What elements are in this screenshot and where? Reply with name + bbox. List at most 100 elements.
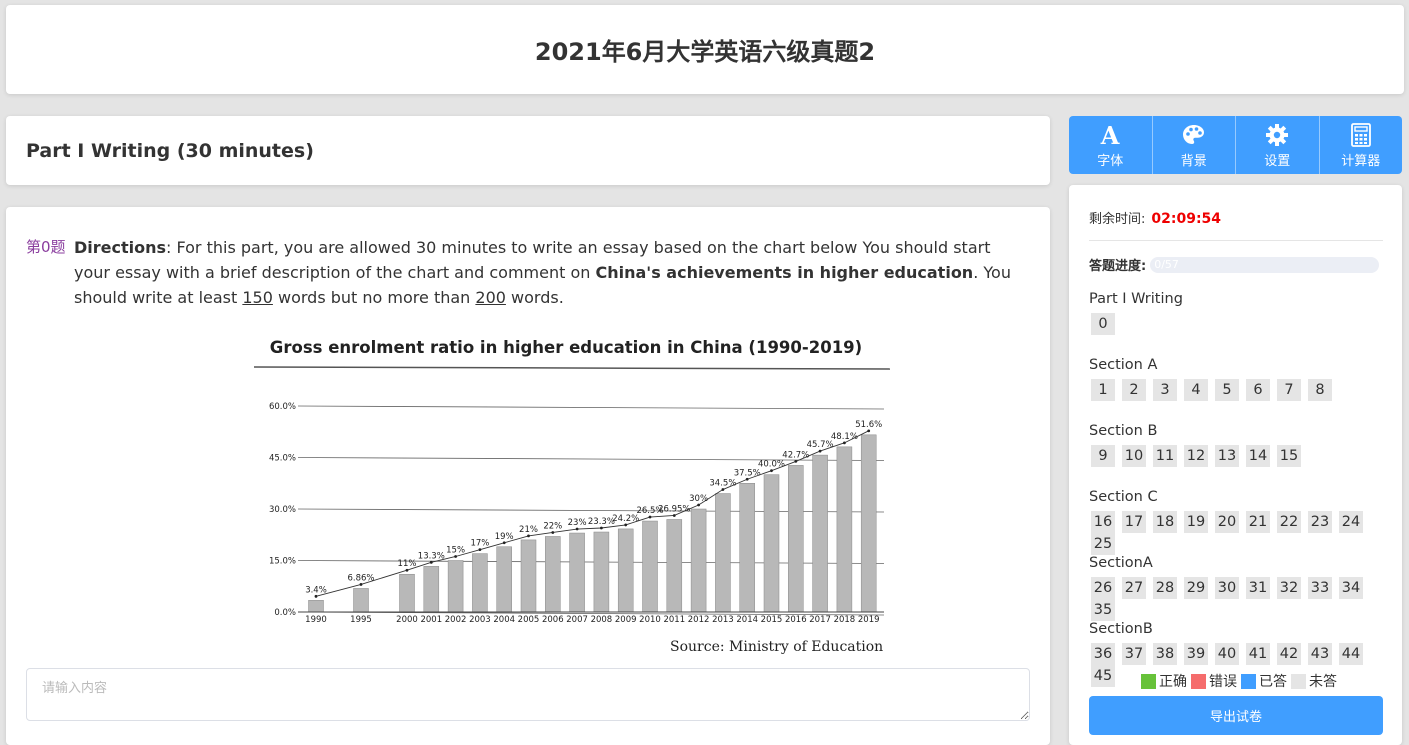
section-title: SectionA	[1089, 555, 1153, 571]
export-button[interactable]: 导出试卷	[1089, 696, 1383, 735]
question-jump-button[interactable]: 35	[1091, 599, 1115, 621]
progress-label: 答题进度:	[1089, 259, 1147, 274]
question-jump-button[interactable]: 39	[1184, 643, 1208, 665]
question-text: Directions: For this part, you are allow…	[74, 235, 1026, 310]
trend-point	[794, 459, 798, 463]
question-jump-button[interactable]: 40	[1215, 643, 1239, 665]
question-jump-button[interactable]: 10	[1122, 445, 1146, 467]
question-jump-button[interactable]: 28	[1153, 577, 1177, 599]
question-jump-button[interactable]: 18	[1153, 511, 1177, 533]
legend-swatch	[1241, 673, 1256, 689]
progress-text: 0/57	[1154, 257, 1179, 271]
question-jump-button[interactable]: 15	[1277, 445, 1301, 467]
question-jump-button[interactable]: 17	[1122, 511, 1146, 533]
directions-text-4: words.	[505, 288, 564, 307]
question-jump-button[interactable]: 12	[1184, 445, 1208, 467]
data-label: 51.6%	[855, 420, 882, 430]
question-jump-button[interactable]: 14	[1246, 445, 1270, 467]
trend-point	[721, 488, 725, 491]
question-buttons: 16 17 18 19 20 21 22 23 24 25	[1089, 511, 1389, 555]
question-jump-button[interactable]: 45	[1091, 665, 1115, 687]
x-tick-label: 2016	[785, 615, 807, 625]
question-jump-button[interactable]: 24	[1339, 511, 1363, 533]
question-jump-button[interactable]: 44	[1339, 643, 1363, 665]
question-jump-button[interactable]: 30	[1215, 577, 1239, 599]
question-jump-button[interactable]: 36	[1091, 643, 1115, 665]
font-button[interactable]: A 字体	[1069, 116, 1153, 174]
bar	[520, 539, 537, 613]
background-button-label: 背景	[1180, 153, 1207, 169]
data-label: 11%	[398, 559, 417, 569]
answer-textarea[interactable]	[26, 668, 1030, 721]
question-jump-button[interactable]: 27	[1122, 577, 1146, 599]
bar	[739, 483, 755, 613]
question-jump-button[interactable]: 9	[1091, 445, 1115, 467]
data-label: 22%	[543, 521, 562, 531]
question-jump-button[interactable]: 6	[1246, 379, 1270, 401]
header-card: 2021年6月大学英语六级真题2	[6, 5, 1404, 94]
trend-point	[527, 534, 530, 538]
question-jump-button[interactable]: 37	[1122, 643, 1146, 665]
question-buttons: 26 27 28 29 30 31 32 33 34 35	[1089, 577, 1389, 621]
question-jump-button[interactable]: 38	[1153, 643, 1177, 665]
background-button[interactable]: 背景	[1153, 116, 1236, 174]
question-jump-button[interactable]: 3	[1153, 379, 1177, 401]
question-jump-button[interactable]: 5	[1215, 379, 1239, 401]
question-jump-button[interactable]: 41	[1246, 643, 1270, 665]
data-label: 17%	[470, 539, 489, 549]
question-jump-button[interactable]: 19	[1184, 511, 1208, 533]
x-tick-label: 2010	[639, 615, 661, 625]
data-label: 24.2%	[612, 514, 639, 524]
toolbar: A 字体 背景 设置 计算器	[1069, 116, 1402, 174]
question-jump-button[interactable]: 31	[1246, 577, 1270, 599]
bar	[569, 532, 585, 613]
question-jump-button[interactable]: 13	[1215, 445, 1239, 467]
x-tick-label: 2018	[834, 615, 856, 625]
trend-point	[600, 526, 603, 530]
question-jump-button[interactable]: 4	[1184, 379, 1208, 401]
question-buttons: 12345678	[1089, 379, 1389, 401]
data-label: 45.7%	[807, 440, 834, 450]
question-jump-button[interactable]: 42	[1277, 643, 1301, 665]
min-words: 150	[242, 288, 273, 307]
x-tick-label: 1995	[350, 615, 372, 625]
question-jump-button[interactable]: 43	[1308, 643, 1332, 665]
question-jump-button[interactable]: 2	[1122, 379, 1146, 401]
gridline	[297, 405, 885, 410]
question-jump-button[interactable]: 16	[1091, 511, 1115, 533]
question-jump-button[interactable]: 23	[1308, 511, 1332, 533]
data-label: 48.1%	[831, 432, 858, 442]
question-jump-button[interactable]: 11	[1153, 445, 1177, 467]
trend-point	[359, 583, 363, 586]
data-label: 23.3%	[588, 517, 615, 527]
bar	[617, 528, 634, 613]
question-jump-button[interactable]: 33	[1308, 577, 1332, 599]
question-jump-button[interactable]: 34	[1339, 577, 1363, 599]
data-label: 37.5%	[734, 468, 761, 478]
question-jump-button[interactable]: 7	[1277, 379, 1301, 401]
trend-point	[843, 441, 846, 445]
question-jump-button[interactable]: 8	[1308, 379, 1332, 401]
question-jump-button[interactable]: 0	[1091, 313, 1115, 335]
settings-button[interactable]: 设置	[1236, 116, 1320, 174]
question-jump-button[interactable]: 32	[1277, 577, 1301, 599]
section-title: Section A	[1089, 357, 1158, 373]
section-1: Section A 12345678	[1089, 357, 1389, 401]
question-jump-button[interactable]: 26	[1091, 577, 1115, 599]
question-jump-button[interactable]: 25	[1091, 533, 1115, 555]
question-jump-button[interactable]: 22	[1277, 511, 1301, 533]
x-tick-label: 2009	[615, 615, 637, 625]
calculator-button[interactable]: 计算器	[1320, 116, 1403, 174]
directions-text-3: words but no more than	[272, 288, 476, 307]
section-4: SectionA 26 27 28 29 30 31 32 33 34 35	[1089, 555, 1389, 621]
calculator-icon	[1350, 122, 1372, 148]
font-button-label: 字体	[1097, 153, 1124, 169]
question-jump-button[interactable]: 21	[1246, 511, 1270, 533]
question-jump-button[interactable]: 20	[1215, 511, 1239, 533]
calculator-button-label: 计算器	[1341, 153, 1381, 169]
question-jump-button[interactable]: 29	[1184, 577, 1208, 599]
trend-point	[454, 555, 457, 558]
question-jump-button[interactable]: 1	[1091, 379, 1115, 401]
x-tick-label: 1990	[305, 615, 327, 625]
bar	[715, 493, 731, 613]
